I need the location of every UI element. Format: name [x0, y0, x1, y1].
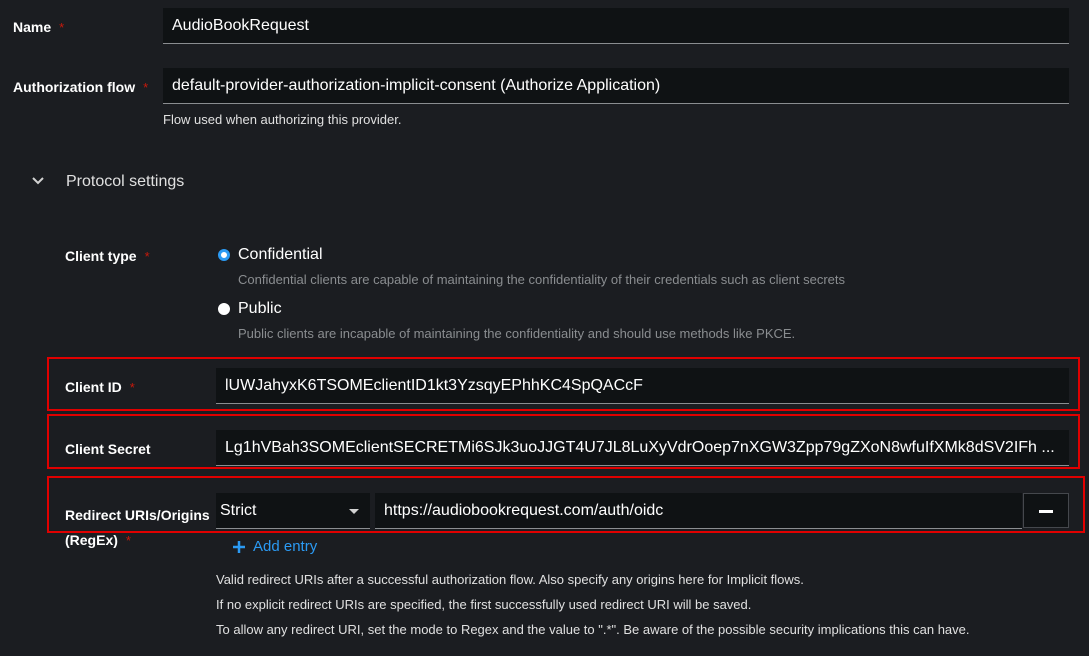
client-secret-field[interactable]: Lg1hVBah3SOMEclientSECRETMi6SJk3uoJJGT4U…: [216, 430, 1069, 466]
add-entry-button[interactable]: Add entry: [231, 537, 341, 557]
confidential-radio[interactable]: [218, 249, 230, 261]
auth-flow-select[interactable]: default-provider-authorization-implicit-…: [163, 68, 1069, 104]
required-marker: *: [129, 380, 135, 395]
confidential-description: Confidential clients are capable of main…: [238, 272, 846, 287]
redirect-uris-label-line1: Redirect URIs/Origins: [65, 507, 210, 523]
client-type-label-text: Client type: [65, 248, 137, 264]
required-marker: *: [144, 249, 150, 264]
redirect-help-line-3: To allow any redirect URI, set the mode …: [216, 622, 970, 637]
client-id-label: Client ID *: [65, 379, 135, 395]
auth-flow-label: Authorization flow *: [13, 79, 148, 95]
redirect-uris-label-regex: (RegEx): [65, 532, 118, 548]
confidential-radio-label[interactable]: Confidential: [238, 246, 323, 264]
client-secret-label: Client Secret: [65, 441, 151, 457]
required-marker: *: [59, 20, 65, 35]
auth-flow-helper: Flow used when authorizing this provider…: [163, 112, 402, 127]
redirect-uris-label: Redirect URIs/Origins (RegEx) *: [65, 503, 210, 553]
public-description: Public clients are incapable of maintain…: [238, 326, 796, 341]
client-secret-label-text: Client Secret: [65, 441, 151, 457]
redirect-mode-select[interactable]: Strict: [216, 493, 370, 529]
required-marker: *: [125, 533, 131, 548]
redirect-mode-value: Strict: [220, 502, 257, 519]
public-radio[interactable]: [218, 303, 230, 315]
remove-redirect-button[interactable]: [1023, 493, 1069, 528]
client-type-label: Client type *: [65, 248, 150, 264]
client-id-field[interactable]: lUWJahyxK6TSOMEclientID1kt3YzsqyEPhhKC4S…: [216, 368, 1069, 404]
minus-icon: [1039, 510, 1053, 513]
protocol-settings-title: Protocol settings: [66, 173, 185, 190]
redirect-help-line-1: Valid redirect URIs after a successful a…: [216, 572, 804, 587]
client-id-label-text: Client ID: [65, 379, 122, 395]
redirect-uri-field[interactable]: https://audiobookrequest.com/auth/oidc: [375, 493, 1022, 529]
chevron-down-icon: [32, 177, 44, 185]
add-entry-label: Add entry: [253, 538, 318, 555]
name-field[interactable]: AudioBookRequest: [163, 8, 1069, 44]
name-label-text: Name: [13, 19, 52, 35]
protocol-settings-toggle[interactable]: Protocol settings: [30, 170, 230, 194]
public-radio-label[interactable]: Public: [238, 300, 282, 318]
auth-flow-label-text: Authorization flow: [13, 79, 136, 95]
required-marker: *: [143, 80, 149, 95]
redirect-uris-label-line2: (RegEx) *: [65, 528, 210, 553]
chevron-down-icon: [349, 509, 359, 514]
plus-icon: [233, 541, 245, 553]
redirect-help-line-2: If no explicit redirect URIs are specifi…: [216, 597, 752, 612]
name-label: Name *: [13, 19, 64, 35]
